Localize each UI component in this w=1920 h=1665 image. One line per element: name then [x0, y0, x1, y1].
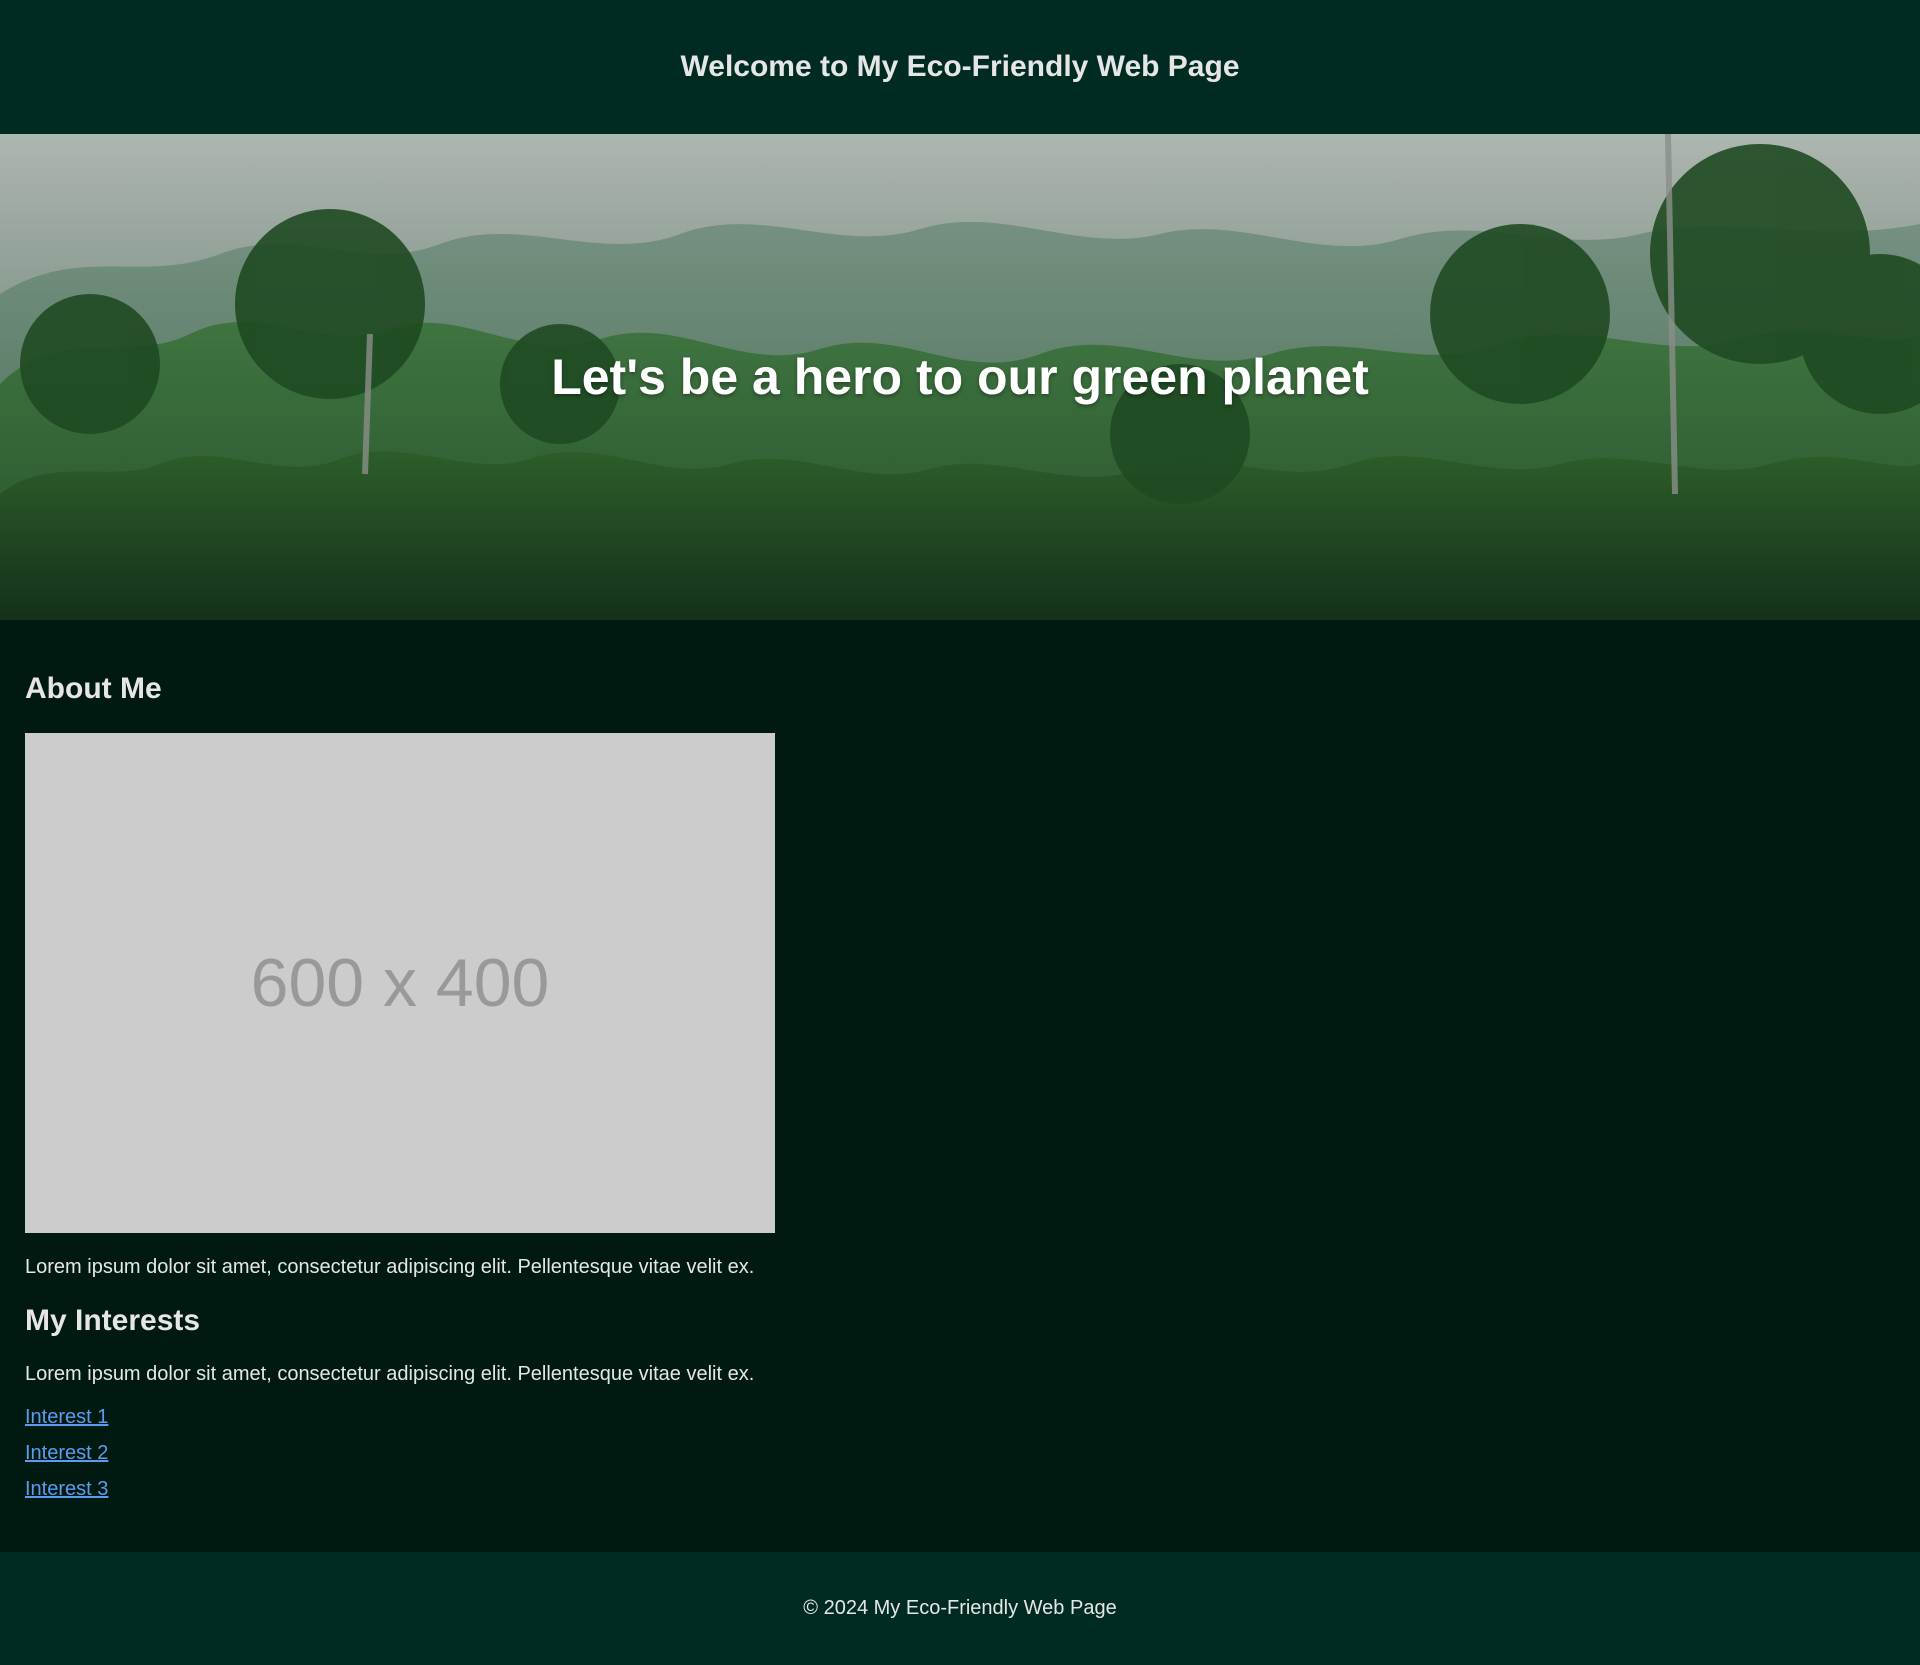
- about-text: Lorem ipsum dolor sit amet, consectetur …: [25, 1256, 755, 1278]
- site-footer: © 2024 My Eco-Friendly Web Page: [0, 1552, 1920, 1665]
- list-item: Interest 1: [25, 1405, 108, 1441]
- hero-title: Let's be a hero to our green planet: [551, 349, 1369, 405]
- placeholder-dimensions-label: 600 x 400: [250, 945, 550, 1021]
- site-title: Welcome to My Eco-Friendly Web Page: [680, 50, 1240, 83]
- interest-link-1[interactable]: Interest 1: [25, 1406, 108, 1428]
- interests-text: Lorem ipsum dolor sit amet, consectetur …: [25, 1363, 755, 1385]
- interest-list: Interest 1 Interest 2 Interest 3: [25, 1405, 108, 1513]
- about-heading: About Me: [25, 672, 162, 705]
- list-item: Interest 2: [25, 1441, 108, 1477]
- profile-image-placeholder: 600 x 400: [25, 733, 775, 1233]
- footer-copyright: © 2024 My Eco-Friendly Web Page: [803, 1597, 1117, 1619]
- interest-link-2[interactable]: Interest 2: [25, 1442, 108, 1464]
- interests-heading: My Interests: [25, 1304, 201, 1337]
- list-item: Interest 3: [25, 1477, 108, 1513]
- site-header: Welcome to My Eco-Friendly Web Page: [0, 0, 1920, 134]
- interest-link-3[interactable]: Interest 3: [25, 1478, 108, 1500]
- hero-banner: Let's be a hero to our green planet: [0, 134, 1920, 620]
